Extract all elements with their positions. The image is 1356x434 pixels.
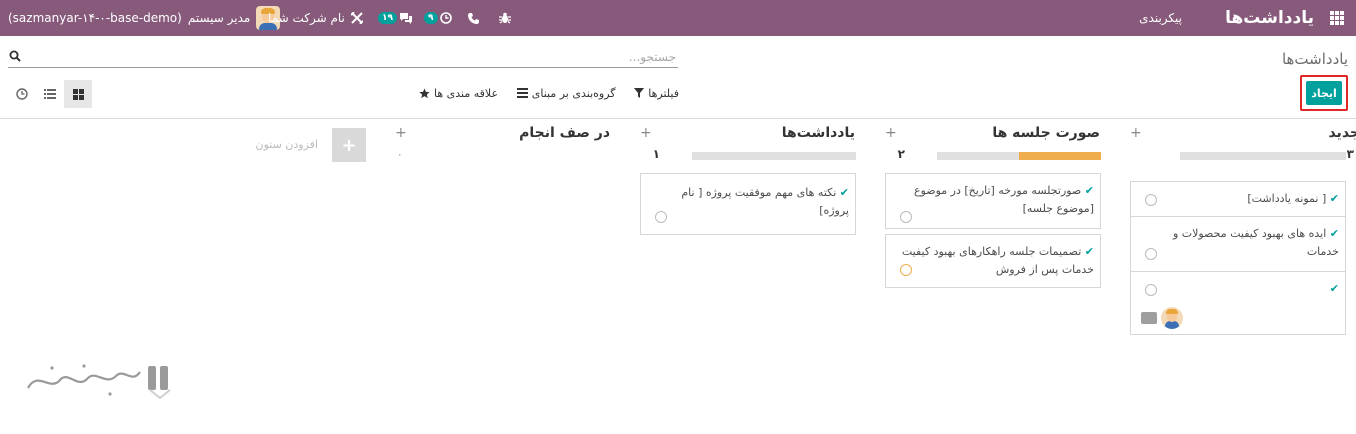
groupby-label: گروه‌بندی بر مبنای (531, 86, 616, 100)
column-progressbar[interactable] (1180, 152, 1346, 160)
star-icon (419, 87, 430, 98)
create-button[interactable]: ایجاد (1306, 81, 1342, 105)
kanban-column-new: جدید + ۳ ✔ [ نمونه یادداشت] ✔ ایده های ب… (1130, 119, 1356, 349)
breadcrumb: یادداشت‌ها (1281, 50, 1348, 68)
activity-clock-warning-icon[interactable] (900, 264, 912, 276)
clock-icon (16, 88, 28, 100)
search-icon[interactable] (9, 50, 21, 62)
card-title: [ نمونه یادداشت] (1247, 192, 1327, 205)
column-title[interactable]: در صف انجام (519, 125, 610, 141)
kanban-card[interactable]: ✔ صورتجلسه مورخه [تاریخ] در موضوع [موضوع… (885, 173, 1101, 229)
create-button-highlight: ایجاد (1300, 75, 1348, 111)
chat-icon (400, 13, 412, 24)
bars-icon (516, 88, 528, 98)
debug-button[interactable] (499, 0, 511, 36)
favorites-label: علاقه مندی ها (434, 86, 499, 100)
column-title[interactable]: یادداشت‌ها (782, 125, 855, 141)
kanban-card[interactable]: ✔ [ نمونه یادداشت] (1130, 181, 1346, 217)
view-kanban[interactable] (64, 80, 92, 108)
add-column-plus-icon[interactable]: + (332, 128, 366, 162)
filter-icon (634, 88, 645, 98)
kanban-column-todo: در صف انجام + ۰ (395, 119, 625, 169)
view-list[interactable] (36, 80, 64, 108)
phone-icon (468, 12, 479, 24)
column-count: ۳ (1346, 147, 1354, 161)
database-name: (sazmanyar-۱۴-۰-base-demo) (8, 11, 182, 25)
kanban-card[interactable]: ✔ ایده های بهبود کیفیت محصولات و خدمات (1130, 216, 1346, 272)
menu-configuration[interactable]: پیکربندی (1139, 0, 1182, 36)
messaging-menu[interactable]: ۱۹ (378, 0, 413, 36)
column-count: ۲ (897, 147, 905, 161)
bug-icon (499, 12, 511, 24)
column-count: ۰ (396, 147, 403, 161)
user-menu[interactable]: (sazmanyar-۱۴-۰-base-demo) مدیر سیستم (8, 0, 281, 36)
card-title: تصمیمات جلسه راهکارهای بهبود کیفیت خدمات… (901, 245, 1094, 276)
column-title[interactable]: جدید (1328, 125, 1356, 141)
check-icon: ✔ (1329, 282, 1339, 295)
user-name: مدیر سیستم (187, 11, 251, 25)
activity-clock-icon[interactable] (1145, 248, 1157, 260)
check-icon: ✔ (1084, 245, 1094, 258)
clock-icon (439, 12, 452, 24)
kanban-card[interactable]: ✔ نکته های مهم موفقیت پروژه [ نام پروژه] (640, 173, 856, 235)
add-column[interactable]: + افزودن ستون (254, 128, 366, 162)
activity-clock-icon[interactable] (1145, 194, 1157, 206)
quick-create-button[interactable]: + (640, 125, 652, 141)
apps-menu-icon[interactable] (1330, 11, 1344, 25)
column-progressbar[interactable] (937, 152, 1101, 160)
card-title: ایده های بهبود کیفیت محصولات و خدمات (1172, 227, 1339, 258)
activity-clock-icon[interactable] (900, 211, 912, 223)
kanban-column-minutes: صورت جلسه ها + ۲ ✔ صورتجلسه مورخه [تاریخ… (885, 119, 1115, 299)
column-count: ۱ (652, 147, 660, 161)
company-name: نام شرکت شما (268, 11, 345, 25)
watermark-logo (27, 364, 171, 400)
app-brand[interactable]: یادداشت‌ها (1225, 0, 1314, 36)
activity-menu[interactable]: ۹ (424, 0, 452, 36)
filters-label: فیلترها (648, 86, 679, 100)
view-activity[interactable] (8, 80, 36, 108)
search-bar (8, 46, 678, 68)
activities-badge: ۹ (424, 12, 438, 24)
company-switcher[interactable]: نام شرکت شما (268, 0, 363, 36)
column-progressbar[interactable] (692, 152, 856, 160)
column-title[interactable]: صورت جلسه ها (992, 125, 1100, 141)
activity-clock-icon[interactable] (1145, 284, 1157, 296)
progress-warning-segment[interactable] (1019, 152, 1101, 160)
filters-dropdown[interactable]: فیلترها (634, 87, 679, 100)
favorites-dropdown[interactable]: علاقه مندی ها (419, 87, 498, 100)
quick-create-button[interactable]: + (395, 125, 407, 141)
check-icon: ✔ (1329, 192, 1339, 205)
messages-badge: ۱۹ (378, 12, 397, 24)
voip-button[interactable] (468, 0, 479, 36)
add-column-label: افزودن ستون (255, 138, 318, 151)
groupby-dropdown[interactable]: گروه‌بندی بر مبنای (516, 86, 616, 100)
top-navbar: یادداشت‌ها پیکربندی (sazmanyar-۱۴-۰-base… (0, 0, 1356, 36)
check-icon: ✔ (1084, 184, 1094, 197)
assignee-avatar (1161, 307, 1183, 329)
card-title: نکته های مهم موفقیت پروژه [ نام پروژه] (681, 186, 849, 217)
list-icon (44, 89, 56, 99)
kanban-column-notes: یادداشت‌ها + ۱ ✔ نکته های مهم موفقیت پرو… (640, 119, 870, 249)
quick-create-button[interactable]: + (1130, 125, 1142, 141)
search-options: علاقه مندی ها گروه‌بندی بر مبنای فیلترها (419, 84, 679, 102)
check-icon: ✔ (1329, 227, 1339, 240)
activity-clock-icon[interactable] (655, 211, 667, 223)
attachment-camera-icon (1141, 312, 1157, 324)
kanban-card[interactable]: ✔ (1130, 271, 1346, 335)
kanban-card[interactable]: ✔ تصمیمات جلسه راهکارهای بهبود کیفیت خدم… (885, 234, 1101, 288)
quick-create-button[interactable]: + (885, 125, 897, 141)
search-input[interactable] (28, 46, 676, 67)
company-switch-icon (350, 12, 363, 24)
card-title: صورتجلسه مورخه [تاریخ] در موضوع [موضوع ج… (914, 184, 1094, 215)
view-switcher (8, 80, 92, 108)
kanban-icon (72, 88, 84, 100)
check-icon: ✔ (839, 186, 849, 199)
